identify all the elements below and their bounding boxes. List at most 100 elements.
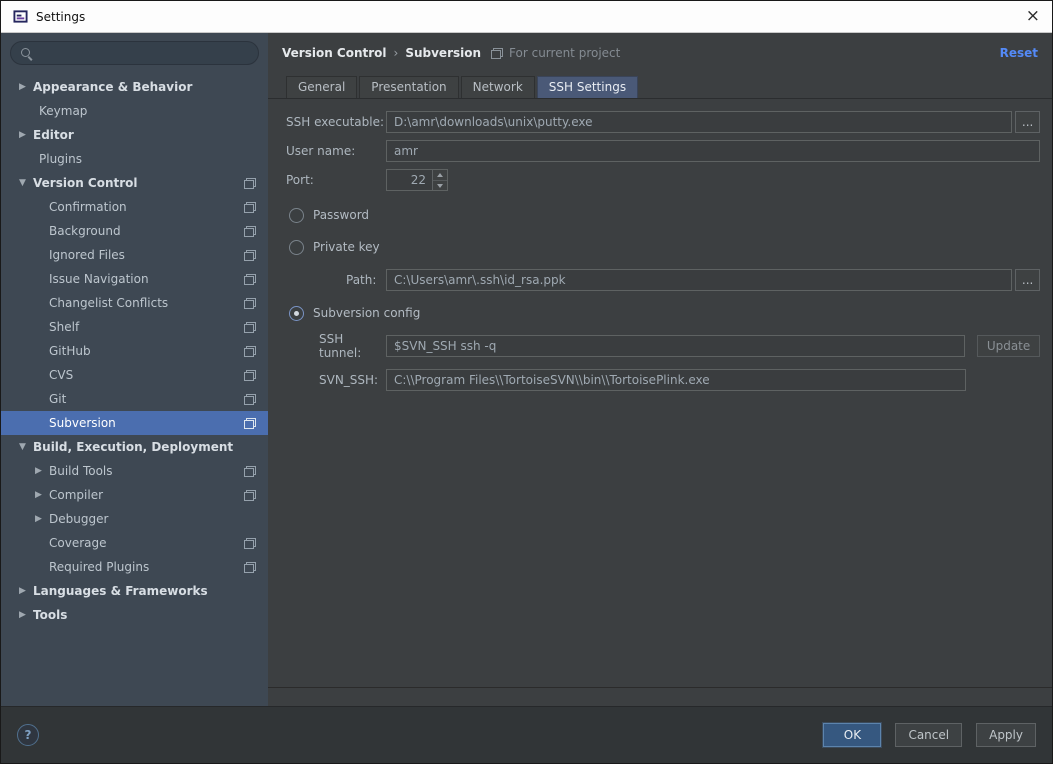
sidebar-item-label: Build Tools [49,464,113,478]
ssh-executable-input[interactable] [386,111,1013,133]
svn-ssh-row: SVN_SSH: [286,369,1040,391]
sidebar-item-label: Git [49,392,67,406]
chevron-right-icon [33,514,49,524]
sidebar-item-required-plugins[interactable]: Required Plugins [1,555,268,579]
cancel-button[interactable]: Cancel [895,723,963,747]
sidebar-item-label: Appearance & Behavior [33,80,193,94]
subversion-config-radio[interactable] [289,305,304,321]
update-button[interactable]: Update [977,335,1040,357]
sidebar-item-ignored-files[interactable]: Ignored Files [1,243,268,267]
breadcrumb-version-control[interactable]: Version Control [282,46,387,60]
project-scope-icon [244,417,256,429]
tab-network[interactable]: Network [460,76,535,98]
scope-note: For current project [509,46,621,60]
ssh-tunnel-input[interactable] [386,335,966,357]
sidebar-item-version-control[interactable]: Version Control [1,171,268,195]
project-scope-icon [244,393,256,405]
sidebar-item-editor[interactable]: Editor [1,123,268,147]
sidebar-item-label: Version Control [33,176,138,190]
chevron-right-icon [17,610,33,620]
reset-link[interactable]: Reset [1000,46,1038,60]
ssh-executable-label: SSH executable: [286,115,384,129]
sidebar-item-label: Tools [33,608,68,622]
sidebar-item-keymap[interactable]: Keymap [1,99,268,123]
sidebar-item-label: Background [49,224,121,238]
port-label: Port: [286,173,314,187]
chevron-down-icon [17,178,33,188]
search-icon [20,47,33,60]
user-name-label: User name: [286,144,356,158]
sidebar-item-shelf[interactable]: Shelf [1,315,268,339]
settings-dialog-icon [13,10,28,23]
private-key-path-row: Path: ... [286,269,1040,291]
breadcrumb-separator: › [393,46,399,60]
subversion-config-option-row: Subversion config [289,303,1040,323]
title-bar: Settings × [1,1,1052,33]
sidebar-item-github[interactable]: GitHub [1,339,268,363]
project-scope-icon [244,297,256,309]
ssh-settings-form: SSH executable: ... User name: Port: [268,99,1052,687]
ok-button[interactable]: OK [823,723,882,747]
project-scope-icon [244,201,256,213]
svn-ssh-label: SVN_SSH: [319,373,379,387]
chevron-right-icon [17,130,33,140]
project-scope-icon [244,345,256,357]
breadcrumb: Version Control › Subversion For current… [268,33,1052,73]
search-input[interactable] [10,41,259,65]
sidebar-item-label: Editor [33,128,74,142]
tab-general[interactable]: General [286,76,358,98]
sidebar-item-label: Confirmation [49,200,127,214]
port-stepper [386,169,448,191]
sidebar-item-build-tools[interactable]: Build Tools [1,459,268,483]
apply-button[interactable]: Apply [976,723,1036,747]
settings-sidebar: Appearance & Behavior Keymap Editor Plug… [1,33,268,706]
tab-presentation[interactable]: Presentation [359,76,459,98]
dialog-body: Appearance & Behavior Keymap Editor Plug… [1,33,1052,706]
sidebar-item-background[interactable]: Background [1,219,268,243]
sidebar-item-plugins[interactable]: Plugins [1,147,268,171]
private-key-path-input[interactable] [386,269,1013,291]
sidebar-item-cvs[interactable]: CVS [1,363,268,387]
sidebar-item-label: CVS [49,368,74,382]
breadcrumb-subversion: Subversion [405,46,482,60]
sidebar-item-appearance-behavior[interactable]: Appearance & Behavior [1,75,268,99]
password-option-row: Password [289,205,1040,225]
sidebar-item-git[interactable]: Git [1,387,268,411]
project-scope-icon [244,225,256,237]
private-key-radio[interactable] [289,239,304,255]
sidebar-item-label: Changelist Conflicts [49,296,169,310]
close-icon[interactable]: × [1026,8,1040,25]
help-button[interactable]: ? [17,724,39,746]
sidebar-item-label: Compiler [49,488,104,502]
ssh-tunnel-label: SSH tunnel: [319,332,362,360]
sidebar-item-changelist-conflicts[interactable]: Changelist Conflicts [1,291,268,315]
chevron-right-icon [33,466,49,476]
sidebar-item-issue-navigation[interactable]: Issue Navigation [1,267,268,291]
port-row: Port: [286,169,1040,191]
project-scope-icon [244,321,256,333]
dialog-footer: ? OK Cancel Apply [1,706,1052,763]
spinner-up-icon[interactable] [433,170,447,180]
sidebar-item-build-execution-deployment[interactable]: Build, Execution, Deployment [1,435,268,459]
sidebar-item-subversion[interactable]: Subversion [1,411,268,435]
content-bottom-strip [268,687,1052,706]
sidebar-item-label: GitHub [49,344,91,358]
sidebar-item-coverage[interactable]: Coverage [1,531,268,555]
sidebar-item-confirmation[interactable]: Confirmation [1,195,268,219]
sidebar-item-tools[interactable]: Tools [1,603,268,627]
ssh-executable-row: SSH executable: ... [286,111,1040,133]
password-radio[interactable] [289,207,304,223]
password-radio-label: Password [313,208,370,222]
sidebar-item-compiler[interactable]: Compiler [1,483,268,507]
sidebar-item-debugger[interactable]: Debugger [1,507,268,531]
chevron-down-icon [17,442,33,452]
project-scope-icon [244,465,256,477]
path-browse-button[interactable]: ... [1015,269,1040,291]
spinner-down-icon[interactable] [433,179,447,190]
user-name-input[interactable] [386,140,1040,162]
svn-ssh-input[interactable] [386,369,966,391]
sidebar-item-languages-frameworks[interactable]: Languages & Frameworks [1,579,268,603]
sidebar-item-label: Shelf [49,320,80,334]
tab-ssh-settings[interactable]: SSH Settings [536,76,639,98]
ssh-executable-browse-button[interactable]: ... [1015,111,1040,133]
